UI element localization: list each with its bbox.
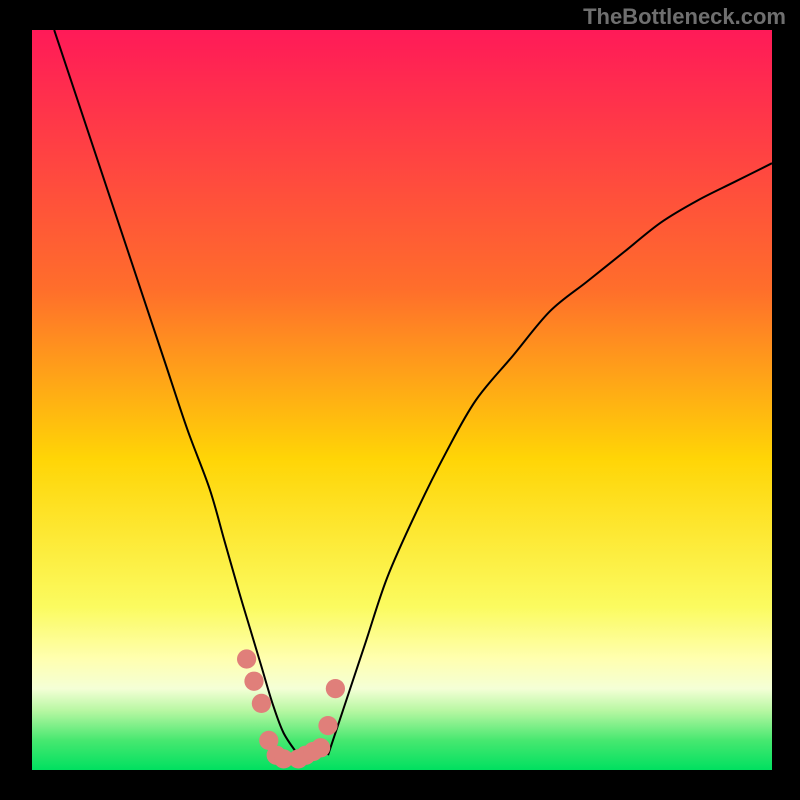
marker-bottom-markers [318, 716, 337, 735]
marker-bottom-markers [237, 649, 256, 668]
watermark-text: TheBottleneck.com [583, 4, 786, 30]
marker-bottom-markers [244, 672, 263, 691]
chart-svg [32, 30, 772, 770]
marker-bottom-markers [326, 679, 345, 698]
marker-bottom-markers [311, 738, 330, 757]
marker-bottom-markers [252, 694, 271, 713]
bottleneck-chart [32, 30, 772, 770]
chart-background [32, 30, 772, 770]
